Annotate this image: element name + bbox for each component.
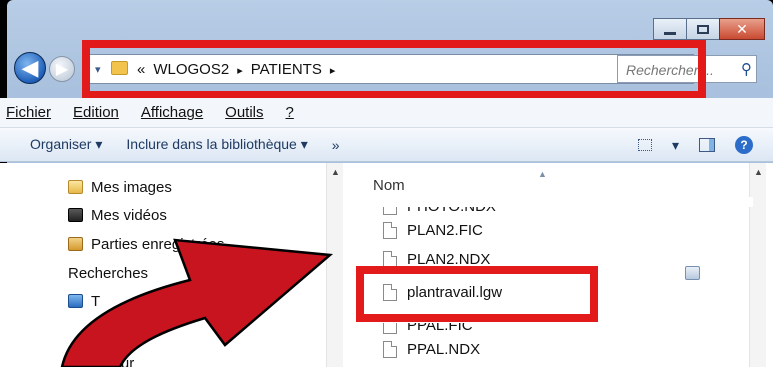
annotation-arrow — [60, 238, 334, 367]
arrow-shape — [60, 238, 334, 367]
list-clip — [343, 197, 753, 207]
